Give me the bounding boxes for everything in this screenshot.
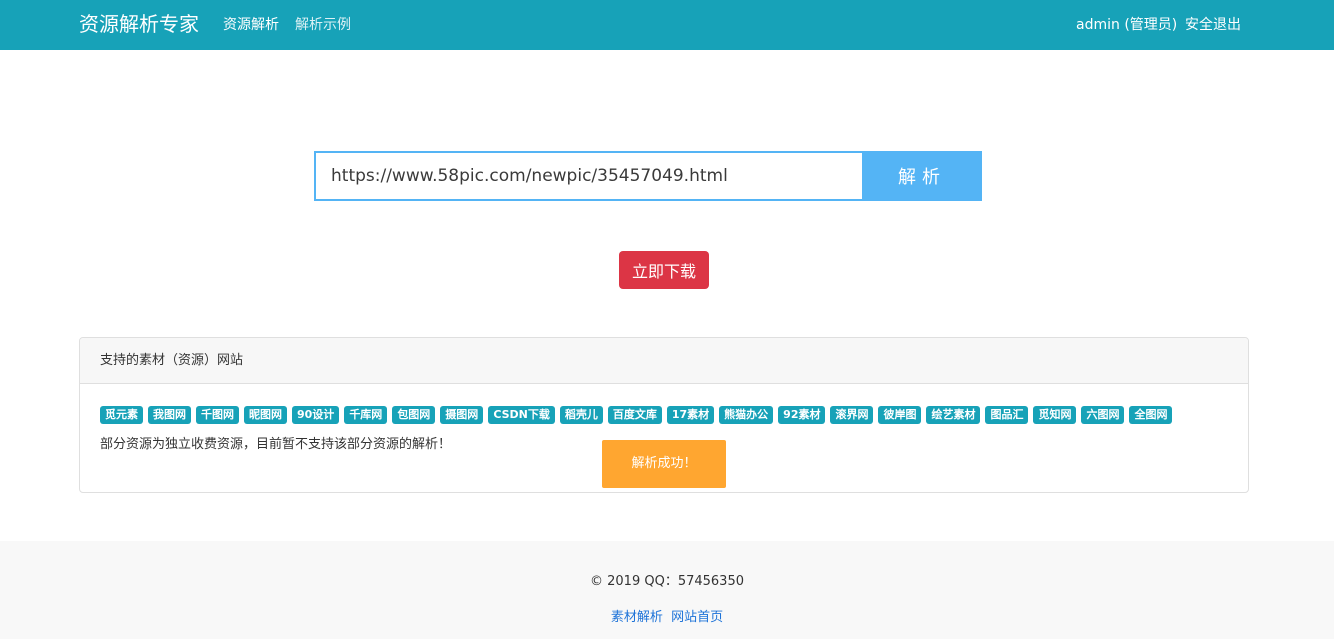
footer-link-material-parse[interactable]: 素材解析 (611, 610, 663, 625)
site-tag[interactable]: 熊猫办公 (719, 406, 774, 424)
top-navbar: 资源解析专家 资源解析 解析示例 admin (管理员) 安全退出 (0, 0, 1334, 50)
site-tag[interactable]: 绘艺素材 (926, 406, 981, 424)
site-tag[interactable]: 千库网 (344, 406, 388, 424)
unsupported-note: 部分资源为独立收费资源，目前暂不支持该部分资源的解析！ (100, 437, 452, 452)
site-tag[interactable]: 千图网 (196, 406, 239, 424)
user-account[interactable]: admin (管理员) (1076, 15, 1177, 35)
copyright-text: © 2019 QQ：57456350 (590, 574, 744, 589)
nav-resource-parse[interactable]: 资源解析 (223, 15, 279, 35)
download-now-button[interactable]: 立即下载 (619, 251, 709, 289)
site-tag[interactable]: 彼岸图 (878, 406, 922, 424)
site-tag[interactable]: 六图网 (1081, 406, 1125, 424)
url-input[interactable] (314, 151, 863, 201)
site-tag[interactable]: 92素材 (778, 406, 826, 424)
parse-button[interactable]: 解析 (862, 151, 982, 201)
site-tag-list: 觅元素 我图网 千图网 昵图网 90设计 千库网 包图网 摄图网 CSDN下载 … (100, 406, 1230, 426)
card-title: 支持的素材（资源）网站 (100, 353, 244, 368)
site-tag[interactable]: 我图网 (148, 406, 191, 424)
footer: © 2019 QQ：57456350 素材解析 网站首页 (0, 541, 1334, 639)
site-tag[interactable]: 90设计 (292, 406, 340, 424)
card-header: 支持的素材（资源）网站 (80, 338, 1248, 384)
brand-title[interactable]: 资源解析专家 (79, 10, 199, 38)
site-tag[interactable]: CSDN下载 (488, 406, 555, 424)
site-tag[interactable]: 滚界网 (830, 406, 874, 424)
search-bar: 解析 (314, 151, 982, 201)
nav-parse-examples[interactable]: 解析示例 (295, 15, 351, 35)
site-tag[interactable]: 17素材 (666, 406, 715, 424)
footer-link-home[interactable]: 网站首页 (671, 610, 723, 625)
site-tag[interactable]: 觅元素 (100, 406, 143, 424)
site-tag[interactable]: 包图网 (392, 406, 436, 424)
logout-link[interactable]: 安全退出 (1185, 15, 1241, 35)
site-tag[interactable]: 摄图网 (440, 406, 484, 424)
parse-success-toast: 解析成功！ (602, 440, 726, 488)
site-tag[interactable]: 稻壳儿 (559, 406, 603, 424)
footer-links: 素材解析 网站首页 (0, 609, 1334, 627)
site-tag[interactable]: 觅知网 (1033, 406, 1077, 424)
site-tag[interactable]: 全图网 (1129, 406, 1173, 424)
site-tag[interactable]: 昵图网 (244, 406, 287, 424)
site-tag[interactable]: 百度文库 (607, 406, 662, 424)
site-tag[interactable]: 图品汇 (985, 406, 1029, 424)
